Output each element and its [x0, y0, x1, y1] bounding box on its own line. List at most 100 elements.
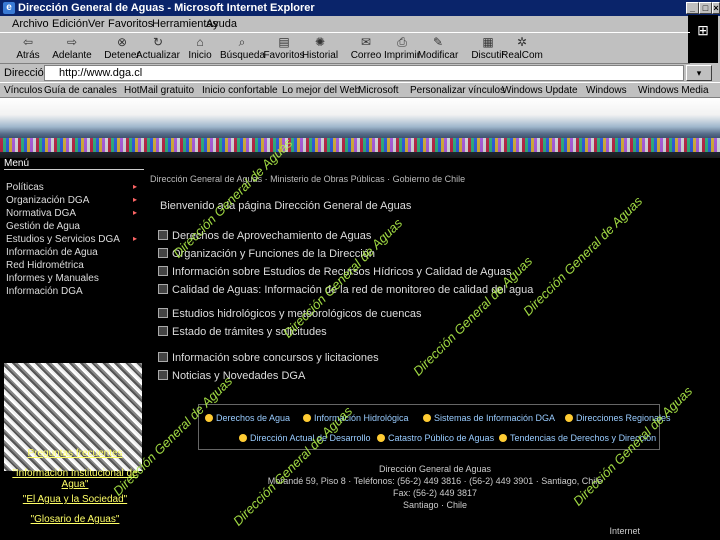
main-content: Dirección General de Aguas · Ministerio …: [110, 135, 720, 540]
discuss-icon: ▦: [482, 35, 494, 49]
minimize-button[interactable]: _: [686, 2, 699, 14]
promo-link-faq[interactable]: Preguntas frecuentes: [0, 448, 150, 459]
link-windows-media[interactable]: Windows Media: [638, 83, 709, 99]
home-icon: ⌂: [196, 35, 204, 49]
sidebar-item-organizacion[interactable]: Organización DGA: [6, 195, 89, 206]
search-button[interactable]: ⌕ Búsqueda: [220, 35, 265, 61]
list-item[interactable]: Información sobre concursos y licitacion…: [158, 352, 379, 364]
realcom-button[interactable]: ✲ RealCom: [500, 35, 544, 61]
edit-icon: ✎: [432, 35, 444, 49]
toolbar: ⇦ Atrás ⇨ Adelante ⊗ Detener ↻ Actualizar ⌂ I…: [0, 32, 690, 64]
history-icon: ✺: [314, 35, 326, 49]
menu-bar: Archivo Edición Ver Favoritos Herramient…: [0, 15, 720, 63]
chevron-right-icon: ▸: [133, 182, 138, 191]
quick-link[interactable]: Catastro Público de Aguas: [377, 433, 494, 443]
promo-link-glosario[interactable]: "Glosario de Aguas": [0, 514, 150, 525]
back-button[interactable]: ⇦ Atrás: [6, 35, 50, 61]
sidebar-title: Menú: [4, 158, 144, 170]
sidebar-item-estudios[interactable]: Estudios y Servicios DGA: [6, 234, 120, 245]
link-windows[interactable]: Windows: [586, 83, 627, 99]
header-banner-image: [0, 98, 720, 158]
maximize-button[interactable]: □: [699, 2, 712, 14]
footer-line: Dirección General de Aguas: [378, 464, 492, 474]
bullet-icon: [158, 248, 168, 258]
address-input[interactable]: http://www.dga.cl: [44, 65, 684, 81]
browser-window: e Dirección General de Aguas - Microsoft…: [0, 0, 720, 540]
sidebar-item-dga[interactable]: Información DGA: [6, 286, 83, 297]
refresh-button[interactable]: ↻ Actualizar: [136, 35, 180, 61]
stop-icon: ⊗: [116, 35, 128, 49]
globe-icon: [205, 414, 213, 422]
printer-icon: ⎙: [397, 35, 407, 49]
forward-arrow-icon: ⇨: [66, 35, 78, 49]
window-title: Dirección General de Aguas - Microsoft I…: [18, 2, 315, 14]
promo-link-sociedad[interactable]: "El Agua y la Sociedad": [0, 494, 150, 505]
link-microsoft[interactable]: Microsoft: [358, 83, 399, 99]
link-hotmail[interactable]: HotMail gratuito: [124, 83, 194, 99]
internet-zone-status: Internet: [609, 526, 640, 536]
sidebar-item-gestion[interactable]: Gestión de Agua: [6, 221, 80, 232]
realcom-icon: ✲: [516, 35, 528, 49]
home-button[interactable]: ⌂ Inicio: [178, 35, 222, 61]
bullet-icon: [158, 352, 168, 362]
close-button[interactable]: ×: [712, 2, 720, 14]
quick-link[interactable]: Información Hidrológica: [303, 413, 409, 423]
footer-line: Morandé 59, Piso 8 · Teléfonos: (56-2) 4…: [267, 476, 603, 486]
links-label: Vínculos: [4, 85, 43, 96]
refresh-icon: ↻: [152, 35, 164, 49]
watermark-text: Dirección General de Aguas: [520, 193, 646, 319]
chevron-right-icon: ▸: [133, 234, 138, 243]
link-personalizar[interactable]: Personalizar vínculos: [410, 83, 505, 99]
favorites-folder-icon: ▤: [278, 35, 290, 49]
ie-icon: e: [3, 2, 15, 14]
address-label: Dirección: [4, 67, 50, 79]
globe-icon: [423, 414, 431, 422]
bullet-icon: [158, 230, 168, 240]
history-button[interactable]: ✺ Historial: [298, 35, 342, 61]
bullet-icon: [158, 326, 168, 336]
footer-line: Santiago · Chile: [402, 500, 468, 510]
web-page: Menú Políticas Organización DGA Normativ…: [0, 98, 720, 540]
link-mejor-web[interactable]: Lo mejor del Web: [282, 83, 360, 99]
chevron-right-icon: ▸: [133, 195, 138, 204]
quick-link[interactable]: Derechos de Agua: [205, 413, 290, 423]
mail-icon: ✉: [360, 35, 372, 49]
menu-edicion[interactable]: Edición: [52, 16, 88, 32]
menu-favoritos[interactable]: Favoritos: [108, 16, 153, 32]
links-bar: Vínculos Guía de canales HotMail gratuit…: [0, 82, 720, 98]
sidebar-item-informes[interactable]: Informes y Manuales: [6, 273, 99, 284]
chevron-right-icon: ▸: [133, 208, 138, 217]
globe-icon: [565, 414, 573, 422]
bullet-icon: [158, 308, 168, 318]
globe-icon: [377, 434, 385, 442]
link-guia-canales[interactable]: Guía de canales: [44, 83, 117, 99]
page-header-text: Dirección General de Aguas · Ministerio …: [150, 174, 466, 184]
search-icon: ⌕: [238, 35, 246, 49]
bullet-icon: [158, 370, 168, 380]
forward-button[interactable]: ⇨ Adelante: [50, 35, 94, 61]
menu-ver[interactable]: Ver: [88, 16, 105, 32]
sidebar-item-normativa[interactable]: Normativa DGA: [6, 208, 76, 219]
quick-link[interactable]: Sistemas de Información DGA: [423, 413, 555, 423]
list-item[interactable]: Estudios hidrológicos y meteorológicos d…: [158, 308, 421, 320]
page-title: Bienvenido a la página Dirección General…: [160, 200, 412, 212]
banner-strip: [0, 138, 720, 152]
link-inicio[interactable]: Inicio confortable: [202, 83, 278, 99]
globe-icon: [239, 434, 247, 442]
quick-links-box: Derechos de Agua Información Hidrológica…: [198, 404, 671, 450]
address-dropdown[interactable]: ▾: [686, 65, 712, 81]
title-bar: e Dirección General de Aguas - Microsoft…: [0, 0, 720, 16]
sidebar-item-red[interactable]: Red Hidrométrica: [6, 260, 84, 271]
edit-button[interactable]: ✎ Modificar: [416, 35, 460, 61]
sidebar-item-politicas[interactable]: Políticas: [6, 182, 44, 193]
windows-logo-icon: ⊞: [688, 15, 718, 63]
link-windows-update[interactable]: Windows Update: [502, 83, 578, 99]
list-item[interactable]: Calidad de Aguas: Información de la red …: [158, 284, 533, 296]
sidebar-item-informacion[interactable]: Información de Agua: [6, 247, 98, 258]
bullet-icon: [158, 266, 168, 276]
globe-icon: [499, 434, 507, 442]
globe-icon: [303, 414, 311, 422]
footer-line: Fax: (56-2) 449 3817: [392, 488, 478, 498]
menu-ayuda[interactable]: Ayuda: [206, 16, 237, 32]
menu-archivo[interactable]: Archivo: [12, 16, 49, 32]
